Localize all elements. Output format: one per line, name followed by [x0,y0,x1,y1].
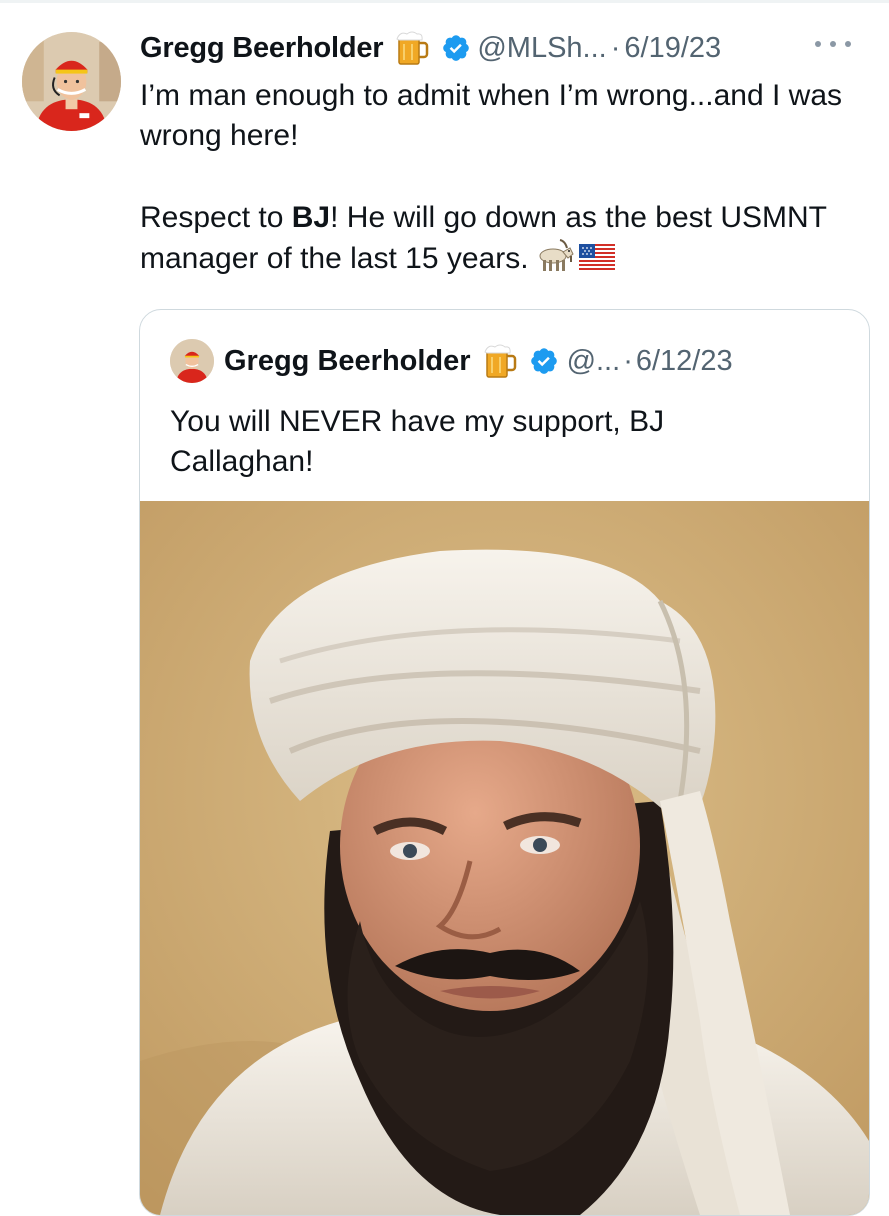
quoted-author-handle: @... [566,344,621,377]
us-flag-icon [578,241,615,270]
separator-dot: · [623,344,633,377]
more-dot [830,41,836,47]
author-avatar[interactable] [22,32,121,131]
quoted-tweet-card[interactable]: Gregg Beerholder @... · 6/12/23 You will… [139,309,870,1216]
quoted-author-name: Gregg Beerholder [224,344,471,377]
quoted-tweet-header: Gregg Beerholder @... · 6/12/23 [170,338,733,384]
quoted-author-avatar [170,339,214,383]
quoted-tweet-date: 6/12/23 [635,344,733,377]
more-dot [815,41,821,47]
author-handle[interactable]: @MLSh... [477,32,606,65]
verified-badge-icon [441,33,471,63]
tweet-text-line: I’m man enough to admit when I’m wrong..… [140,79,843,152]
top-divider [0,0,889,3]
tweet-date[interactable]: 6/19/23 [624,32,721,65]
beer-mug-icon [483,343,517,379]
beer-mug-icon [395,30,429,66]
more-dot [845,41,851,47]
separator-dot: · [610,31,621,64]
tweet-text: I’m man enough to admit when I’m wrong..… [140,76,870,279]
verified-badge-icon [529,346,559,376]
avatar-image [22,32,121,131]
bold-mention: BJ [291,201,331,234]
tweet-text-line: Respect to BJ! He will go down as the be… [140,198,870,279]
turban-man-photo [140,501,869,1215]
more-options-icon[interactable] [815,32,851,56]
quoted-tweet-text: You will NEVER have my support, BJ Calla… [170,405,665,478]
goat-icon [535,238,575,274]
quoted-tweet-image[interactable] [140,501,869,1215]
tweet-header: Gregg Beerholder @MLSh... · 6/19/23 [140,28,721,68]
text-segment: Respect to [140,201,292,234]
author-name[interactable]: Gregg Beerholder [140,32,384,65]
